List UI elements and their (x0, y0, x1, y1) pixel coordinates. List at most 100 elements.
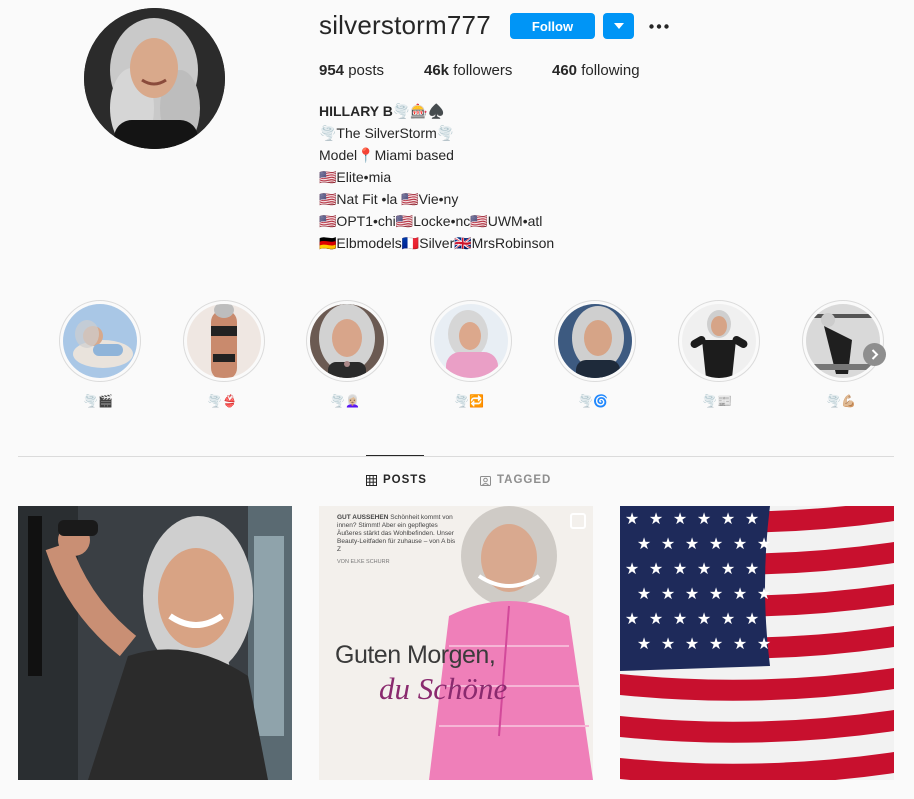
bio-line: 🇺🇸Nat Fit •la 🇺🇸Vie•ny (319, 191, 459, 207)
followers-count: 46k (424, 62, 450, 79)
flag-star: ★ (721, 561, 735, 578)
highlight-ring (678, 300, 760, 382)
highlight-label: 🌪️💪🏼 (826, 394, 856, 408)
follow-button[interactable]: Follow (510, 13, 595, 39)
highlight-label: 🌪️🎬 (83, 394, 113, 408)
story-highlight[interactable]: 🌪️📰 (678, 300, 760, 408)
post-thumbnail[interactable]: GUT AUSSEHEN Schönheit kommt von innen? … (319, 506, 593, 780)
flag-star: ★ (709, 586, 723, 603)
flag-star: ★ (745, 561, 759, 578)
flag-star: ★ (673, 561, 687, 578)
highlight-cover (558, 304, 632, 378)
flag-star: ★ (745, 611, 759, 628)
profile-username: silverstorm777 (319, 10, 491, 40)
flag-star: ★ (757, 536, 771, 553)
flag-star: ★ (697, 561, 711, 578)
flag-star: ★ (661, 586, 675, 603)
story-highlight[interactable]: 🌪️🔁 (430, 300, 512, 408)
active-tab-indicator (366, 455, 424, 456)
tab-tagged[interactable]: TAGGED (480, 474, 551, 486)
flag-star: ★ (673, 511, 687, 528)
more-options-button[interactable] (647, 13, 671, 39)
highlight-cover (682, 304, 756, 378)
story-highlight[interactable]: 🌪️🎬 (59, 300, 141, 408)
flag-star: ★ (625, 561, 639, 578)
posts-label: posts (348, 62, 385, 79)
highlight-label: 🌪️👙 (207, 394, 237, 408)
flag-star: ★ (685, 536, 699, 553)
tagged-icon (480, 475, 491, 486)
highlight-ring (183, 300, 265, 382)
profile-avatar[interactable] (84, 8, 225, 149)
followers-label: followers (453, 62, 513, 79)
flag-star: ★ (709, 636, 723, 653)
flag-star: ★ (637, 586, 651, 603)
highlight-label: 🌪️🌀 (578, 394, 608, 408)
more-horizontal-icon (649, 23, 669, 29)
flag-star: ★ (637, 536, 651, 553)
flag-star: ★ (661, 636, 675, 653)
highlight-cover (63, 304, 137, 378)
following-count: 460 (552, 62, 578, 79)
bio-line: 🇩🇪Elbmodels🇫🇷Silver🇬🇧MrsRobinson (319, 235, 555, 251)
magazine-headline-italic: du Schöne (379, 671, 508, 706)
highlight-cover (310, 304, 384, 378)
flag-star: ★ (709, 536, 723, 553)
flag-star: ★ (685, 636, 699, 653)
chevron-right-icon (871, 349, 878, 360)
highlight-ring (554, 300, 636, 382)
flag-star: ★ (625, 511, 639, 528)
bio-line: Model📍Miami based (319, 147, 454, 163)
highlight-label: 🌪️🔁 (454, 394, 484, 408)
flag-star: ★ (661, 536, 675, 553)
flag-star: ★ (637, 636, 651, 653)
followers-stat[interactable]: 46k followers (424, 62, 552, 79)
flag-star: ★ (625, 611, 639, 628)
flag-star: ★ (745, 511, 759, 528)
profile-full-name: HILLARY B🌪️🎰♠️ (319, 103, 446, 119)
flag-star: ★ (673, 611, 687, 628)
posts-count: 954 (319, 62, 345, 79)
flag-star: ★ (649, 511, 663, 528)
following-stat[interactable]: 460 following (552, 62, 640, 79)
highlight-ring (306, 300, 388, 382)
profile-bio: HILLARY B🌪️🎰♠️ 🌪️The SilverStorm🌪️ Model… (319, 100, 554, 254)
flag-star: ★ (757, 636, 771, 653)
bio-line: 🇺🇸Elite•mia (319, 169, 392, 185)
tab-tagged-label: TAGGED (497, 474, 552, 486)
suggested-dropdown-button[interactable] (603, 13, 634, 39)
highlights-next-button[interactable] (863, 343, 886, 366)
post-thumbnail[interactable]: ★ ★ ★ ★ ★ ★ ★ ★ ★ ★ ★ ★ ★ ★ ★ ★ ★ ★ ★ ★ ★ ★ ★ ★ ★ ★ ★ ★ ★ ★ ★ ★ ★ ★ ★ ★ (620, 506, 894, 780)
caret-down-icon (613, 23, 624, 29)
flag-star: ★ (721, 611, 735, 628)
magazine-headline: Guten Morgen, (335, 641, 496, 669)
highlight-cover (187, 304, 261, 378)
following-label: following (581, 62, 640, 79)
highlight-cover (806, 304, 880, 378)
tabs-divider (18, 456, 894, 457)
flag-star: ★ (649, 611, 663, 628)
post-thumbnail[interactable] (18, 506, 292, 780)
story-highlight[interactable]: 🌪️👙 (183, 300, 265, 408)
grid-icon (366, 474, 377, 486)
story-highlight[interactable]: 🌪️🌀 (554, 300, 636, 408)
magazine-byline: VON ELKE SCHURR (337, 559, 390, 565)
story-highlight[interactable]: 🌪️👩🏼‍🦳 (306, 300, 388, 408)
highlight-ring (802, 300, 884, 382)
profile-stats: 954 posts 46k followers 460 following (319, 62, 640, 79)
flag-star: ★ (733, 636, 747, 653)
flag-star: ★ (697, 611, 711, 628)
flag-star: ★ (721, 511, 735, 528)
flag-star: ★ (757, 586, 771, 603)
bio-line: 🌪️The SilverStorm🌪️ (319, 125, 455, 141)
flag-star: ★ (649, 561, 663, 578)
flag-star: ★ (733, 586, 747, 603)
flag-star: ★ (685, 586, 699, 603)
posts-stat: 954 posts (319, 62, 424, 79)
tab-posts-label: POSTS (383, 474, 427, 486)
tab-posts[interactable]: POSTS (366, 474, 427, 486)
bio-line: 🇺🇸OPT1•chi🇺🇸Locke•nc🇺🇸UWM•atl (319, 213, 543, 229)
highlight-label: 🌪️📰 (702, 394, 732, 408)
flag-star: ★ (733, 536, 747, 553)
highlight-ring (430, 300, 512, 382)
